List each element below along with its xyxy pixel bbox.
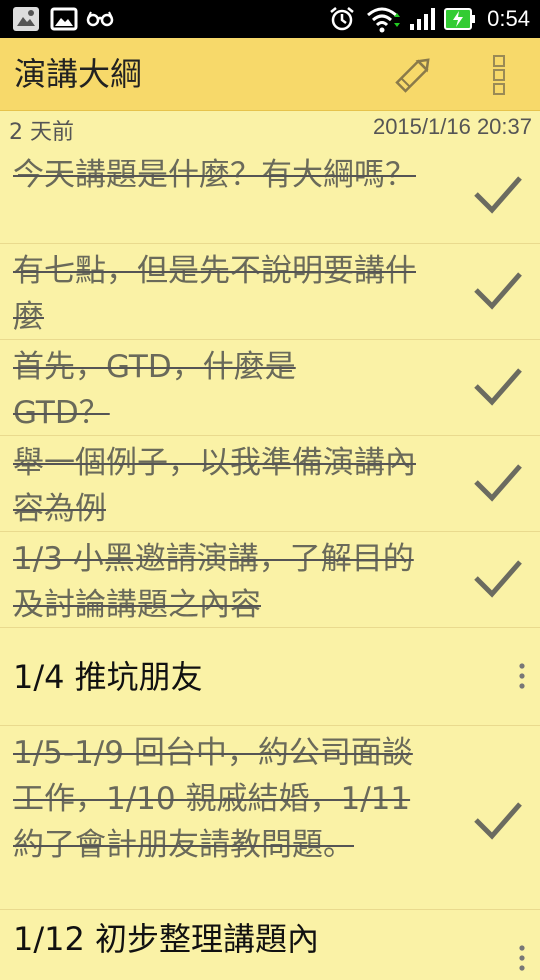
list-item[interactable]: 1/5-1/9 回台中，約公司面談工作，1/10 親戚結婚，1/11約了會計朋友…	[0, 726, 540, 910]
edit-pencil-icon	[395, 58, 430, 93]
item-text: 1/12 初步整理講題內	[13, 920, 320, 958]
signal-icon	[408, 0, 436, 38]
wifi-icon	[366, 0, 402, 38]
status-bar: 0:54	[0, 0, 540, 38]
item-text: 1/3 小黑邀請演講，了解目的及討論講題之內容	[13, 541, 414, 623]
status-time: 0:54	[487, 6, 530, 31]
list-item[interactable]: 1/3 小黑邀請演講，了解目的及討論講題之內容	[0, 532, 540, 628]
list-item[interactable]: 今天講題是什麼？有大綱嗎？	[0, 148, 540, 244]
list-item[interactable]: 1/12 初步整理講題內	[0, 910, 540, 971]
item-text: 今天講題是什麼？有大綱嗎？	[13, 157, 416, 193]
check-icon[interactable]	[470, 170, 526, 220]
check-icon[interactable]	[470, 796, 526, 846]
glasses-icon	[86, 0, 114, 38]
list-item[interactable]: 首先，GTD，什麼是GTD？	[0, 340, 540, 436]
item-text: 首先，GTD，什麼是GTD？	[13, 349, 296, 431]
item-menu-icon[interactable]	[508, 658, 536, 698]
check-icon[interactable]	[470, 362, 526, 412]
check-icon[interactable]	[470, 266, 526, 316]
alarm-icon	[328, 0, 356, 38]
list-item[interactable]: 1/4 推坑朋友	[0, 628, 540, 726]
item-text: 1/5-1/9 回台中，約公司面談工作，1/10 親戚結婚，1/11約了會計朋友…	[13, 735, 413, 863]
item-text: 舉一個例子，以我準備演講內容為例	[13, 445, 416, 527]
overflow-menu-icon	[493, 55, 505, 95]
app-bar: 演講大綱	[0, 38, 540, 111]
overflow-menu-button[interactable]	[480, 50, 520, 98]
image-icon	[50, 0, 78, 38]
list-item[interactable]: 舉一個例子，以我準備演講內容為例	[0, 436, 540, 532]
list-item[interactable]: 有七點，但是先不說明要講什麼	[0, 244, 540, 340]
relative-time: 2 天前	[9, 120, 74, 145]
item-text: 有七點，但是先不說明要講什麼	[13, 253, 416, 335]
item-text: 1/4 推坑朋友	[13, 658, 203, 696]
check-icon[interactable]	[470, 554, 526, 604]
battery-charging-icon	[444, 0, 476, 38]
timestamp: 2015/1/16 20:37	[372, 114, 532, 139]
gallery-icon	[12, 0, 40, 38]
page-title: 演講大綱	[14, 55, 143, 93]
check-icon[interactable]	[470, 458, 526, 508]
edit-button[interactable]	[388, 50, 440, 98]
item-menu-icon[interactable]	[508, 940, 536, 980]
